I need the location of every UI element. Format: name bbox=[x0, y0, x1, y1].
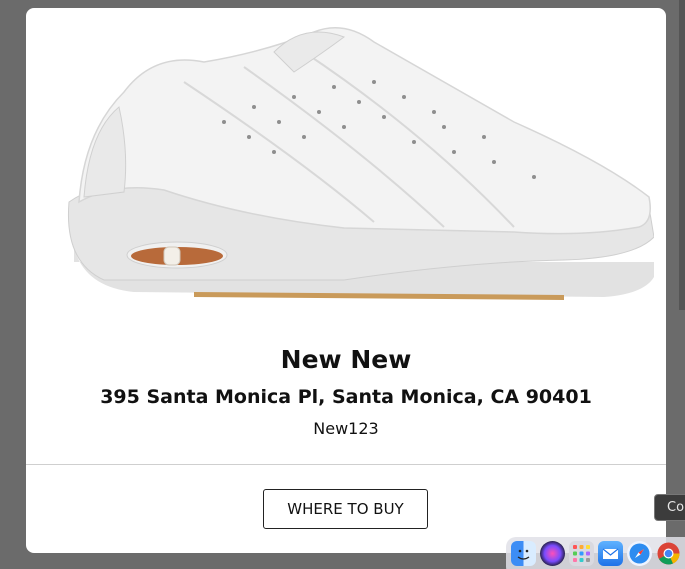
launchpad-icon[interactable] bbox=[569, 541, 594, 566]
tooltip: Co bbox=[654, 494, 685, 521]
page-scrollbar[interactable] bbox=[679, 0, 685, 310]
where-to-buy-button[interactable]: WHERE TO BUY bbox=[263, 489, 428, 529]
safari-icon[interactable] bbox=[627, 541, 652, 566]
store-code: New123 bbox=[313, 419, 379, 438]
sneaker-image bbox=[67, 27, 654, 300]
siri-icon[interactable] bbox=[540, 541, 565, 566]
store-name: New New bbox=[280, 345, 412, 374]
divider bbox=[26, 464, 666, 465]
chrome-icon[interactable] bbox=[656, 541, 681, 566]
mail-icon[interactable] bbox=[598, 541, 623, 566]
store-address: 395 Santa Monica Pl, Santa Monica, CA 90… bbox=[100, 386, 592, 408]
finder-icon[interactable] bbox=[511, 541, 536, 566]
store-modal: New New 395 Santa Monica Pl, Santa Monic… bbox=[26, 8, 666, 553]
dock bbox=[506, 537, 685, 569]
